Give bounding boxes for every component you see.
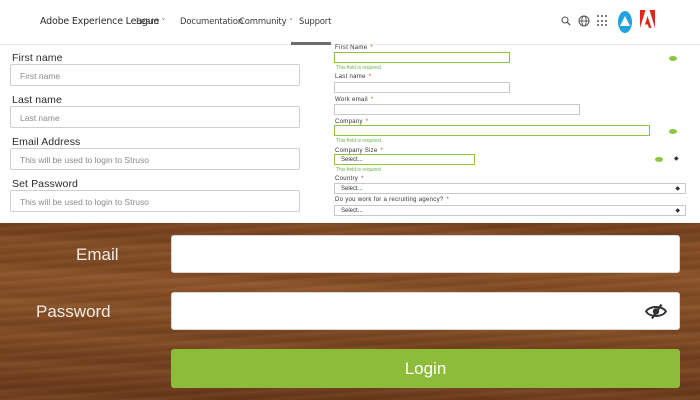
country-select[interactable]: Select... ◆ xyxy=(334,183,686,194)
first-name-input[interactable]: First name xyxy=(10,64,300,86)
country-label: Country * xyxy=(335,176,364,182)
globe-icon[interactable] xyxy=(578,15,590,27)
email-input[interactable] xyxy=(171,235,680,273)
first-name-label: First name xyxy=(12,52,63,64)
nav-item-support[interactable]: Support xyxy=(299,17,331,27)
login-button[interactable]: Login xyxy=(171,349,680,388)
password-label: Password xyxy=(36,302,111,321)
first-name-error: This field is required. xyxy=(336,65,383,71)
valid-check-icon xyxy=(669,129,677,134)
company-error: This field is required. xyxy=(336,138,383,144)
set-password-input[interactable]: This will be used to login to Struso xyxy=(10,190,300,212)
email-address-input[interactable]: This will be used to login to Struso xyxy=(10,148,300,170)
work-email-label: Work email * xyxy=(335,97,374,103)
avatar[interactable] xyxy=(618,11,632,33)
top-navigation: Adobe Experience League Learn ˅ Documenta… xyxy=(0,0,700,45)
first-name-label: First Name * xyxy=(335,45,373,51)
chevron-down-icon: ˅ xyxy=(289,18,293,26)
recruiting-agency-label: Do you work for a recruiting agency? * xyxy=(335,197,450,203)
select-arrow-icon: ◆ xyxy=(675,208,680,214)
signup-form-right: First Name * This field is required. Last… xyxy=(330,45,700,223)
nav-item-learn[interactable]: Learn ˅ xyxy=(136,17,165,27)
nav-item-community[interactable]: Community ˅ xyxy=(239,17,293,27)
last-name-label: Last name xyxy=(12,94,62,106)
chevron-down-icon: ˅ xyxy=(161,18,166,26)
set-password-label: Set Password xyxy=(12,178,78,190)
last-name-input[interactable] xyxy=(334,82,510,93)
company-size-select[interactable]: Select... xyxy=(334,154,475,165)
last-name-input[interactable]: Last name xyxy=(10,106,300,128)
adobe-logo[interactable] xyxy=(640,10,655,28)
search-icon[interactable] xyxy=(561,16,571,26)
nav-item-documentation[interactable]: Documentation xyxy=(180,17,243,27)
valid-check-icon xyxy=(669,56,677,61)
valid-check-icon xyxy=(655,157,663,162)
eye-slash-icon[interactable] xyxy=(645,303,667,320)
recruiting-agency-select[interactable]: Select... ◆ xyxy=(334,205,686,216)
work-email-input[interactable] xyxy=(334,104,580,115)
company-size-error: This field is required. xyxy=(336,167,383,173)
apps-grid-icon[interactable] xyxy=(597,15,609,27)
email-label: Email xyxy=(76,245,119,264)
signup-form-left: First name First name Last name Last nam… xyxy=(0,45,310,223)
select-arrow-icon: ◆ xyxy=(675,186,680,192)
company-input[interactable] xyxy=(334,125,650,136)
password-input[interactable] xyxy=(171,292,680,330)
first-name-input[interactable] xyxy=(334,52,510,63)
last-name-label: Last name * xyxy=(335,74,372,80)
email-address-label: Email Address xyxy=(12,136,81,148)
select-arrow-icon: ◆ xyxy=(674,156,679,162)
